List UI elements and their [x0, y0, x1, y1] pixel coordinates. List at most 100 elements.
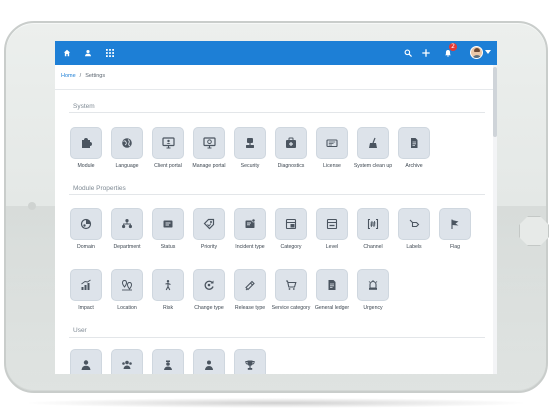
breadcrumb: Home / Settings — [61, 73, 105, 79]
tile-service-category[interactable]: Service category — [270, 269, 312, 311]
tile-release-type[interactable]: Release type — [229, 269, 271, 311]
module-icon — [70, 127, 102, 159]
tile-label: Client portal — [154, 163, 182, 169]
tile-system-clean-up[interactable]: System clean up — [352, 127, 394, 169]
tile-level[interactable]: Level — [311, 208, 353, 250]
tile-archive[interactable]: Archive — [393, 127, 435, 169]
notification-badge: 2 — [449, 43, 457, 51]
user-icon[interactable] — [81, 46, 95, 60]
user-profile-icon — [193, 349, 225, 374]
tile-incident-type[interactable]: Incident type — [229, 208, 271, 250]
camera-dot — [28, 202, 36, 210]
tile-module[interactable]: Module — [65, 127, 107, 169]
bell-icon[interactable]: 2 — [441, 43, 457, 60]
cleanup-icon — [357, 127, 389, 159]
tile-diagnostics[interactable]: Diagnostics — [270, 127, 312, 169]
apps-grid-icon[interactable] — [103, 46, 117, 60]
incident-type-icon — [234, 208, 266, 240]
tile-general-ledger[interactable]: General ledger — [311, 269, 353, 311]
section-divider — [69, 194, 485, 195]
tile-department[interactable]: Department — [106, 208, 148, 250]
general-ledger-icon — [316, 269, 348, 301]
tile-priority[interactable]: Priority — [188, 208, 230, 250]
section-divider — [69, 112, 485, 113]
tile-license[interactable]: License — [311, 127, 353, 169]
tile-label: Language — [115, 163, 139, 169]
flag-icon — [439, 208, 471, 240]
tile-label: Risk — [162, 305, 174, 311]
tile-label: Module — [77, 163, 95, 169]
tile-change-type[interactable]: Change type — [188, 269, 230, 311]
tile-manage-portal[interactable]: Manage portal — [188, 127, 230, 169]
tile-label: Release type — [234, 305, 266, 311]
breadcrumb-separator: / — [79, 73, 82, 79]
tile-label: System clean up — [353, 163, 393, 169]
tile-label: General ledger — [314, 305, 350, 311]
tile-label: Flag — [449, 244, 461, 250]
tile-label: Manage portal — [192, 163, 226, 169]
manage-portal-icon — [193, 127, 225, 159]
service-category-icon — [275, 269, 307, 301]
tile-category[interactable]: Category — [270, 208, 312, 250]
tile-user-profile[interactable] — [188, 349, 230, 374]
channel-icon — [357, 208, 389, 240]
tile-status[interactable]: Status — [147, 208, 189, 250]
home-icon[interactable] — [60, 46, 74, 60]
tile-impact[interactable]: Impact — [65, 269, 107, 311]
tile-label: Urgency — [363, 305, 383, 311]
tile-urgency[interactable]: Urgency — [352, 269, 394, 311]
tile-language[interactable]: Language — [106, 127, 148, 169]
license-icon — [316, 127, 348, 159]
tile-label: Level — [325, 244, 339, 250]
breadcrumb-divider — [55, 89, 497, 90]
tile-label: Archive — [405, 163, 423, 169]
plus-icon[interactable] — [419, 46, 433, 60]
diagnostics-icon — [275, 127, 307, 159]
breadcrumb-current: Settings — [85, 73, 106, 79]
tile-security[interactable]: Security — [229, 127, 271, 169]
tile-trophy[interactable] — [229, 349, 271, 374]
home-button[interactable] — [519, 216, 549, 246]
client-portal-icon — [152, 127, 184, 159]
search-icon[interactable] — [401, 46, 415, 60]
avatar[interactable] — [470, 46, 483, 59]
tile-label: License — [323, 163, 341, 169]
tile-label: Diagnostics — [277, 163, 305, 169]
section-divider — [69, 337, 485, 338]
user-role-icon — [152, 349, 184, 374]
app-screen: 2 Home / Settings System Module Language… — [55, 41, 497, 374]
domain-icon — [70, 208, 102, 240]
tile-label: Impact — [78, 305, 94, 311]
device-stage: 2 Home / Settings System Module Language… — [0, 0, 552, 414]
tile-label: Domain — [77, 244, 95, 250]
risk-icon — [152, 269, 184, 301]
security-icon — [234, 127, 266, 159]
scrollbar-thumb[interactable] — [493, 67, 497, 137]
change-type-icon — [193, 269, 225, 301]
tile-labels[interactable]: Labels — [393, 208, 435, 250]
tile-risk[interactable]: Risk — [147, 269, 189, 311]
tile-label: Change type — [194, 305, 224, 311]
tile-location[interactable]: Location — [106, 269, 148, 311]
priority-icon — [193, 208, 225, 240]
user-group-icon — [111, 349, 143, 374]
tile-label: Department — [113, 244, 141, 250]
tile-user[interactable] — [65, 349, 107, 374]
department-icon — [111, 208, 143, 240]
breadcrumb-home-link[interactable]: Home — [61, 73, 76, 79]
tile-channel[interactable]: Channel — [352, 208, 394, 250]
section-title-module-properties: Module Properties — [73, 185, 126, 192]
tile-domain[interactable]: Domain — [65, 208, 107, 250]
tile-user-group[interactable] — [106, 349, 148, 374]
tile-label: Location — [117, 305, 137, 311]
tile-client-portal[interactable]: Client portal — [147, 127, 189, 169]
tile-label: Labels — [406, 244, 422, 250]
user-icon — [70, 349, 102, 374]
tile-flag[interactable]: Flag — [434, 208, 476, 250]
language-icon — [111, 127, 143, 159]
tile-label: Service category — [271, 305, 311, 311]
chevron-down-icon[interactable] — [485, 50, 491, 54]
trophy-icon — [234, 349, 266, 374]
vertical-scrollbar[interactable] — [493, 65, 497, 374]
tile-user-role[interactable] — [147, 349, 189, 374]
